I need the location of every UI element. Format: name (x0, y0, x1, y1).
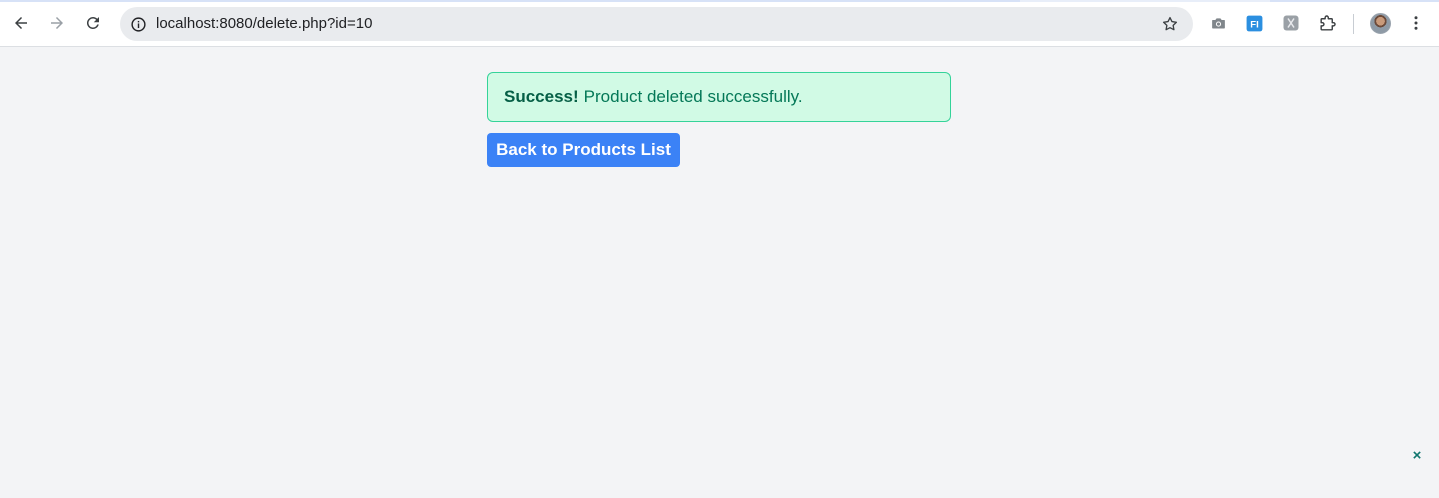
arrow-right-icon (51, 17, 63, 29)
camera-icon (1211, 17, 1225, 28)
address-bar[interactable]: localhost:8080/delete.php?id=10 (120, 7, 1193, 41)
reload-button[interactable] (78, 8, 108, 38)
arrow-left-icon (15, 17, 27, 29)
load-indicator (0, 0, 1439, 2)
alert-title: Success! (504, 87, 579, 106)
close-icon[interactable]: × (1409, 447, 1425, 464)
extension-fi-label: FI (1250, 19, 1258, 30)
star-icon[interactable] (1161, 15, 1179, 33)
forward-button[interactable] (42, 8, 72, 38)
extension-gray-icon (1283, 15, 1299, 31)
site-info-button[interactable] (128, 14, 148, 34)
kebab-menu-icon (1414, 16, 1418, 30)
puzzle-icon (1319, 14, 1336, 31)
extension-gray-button[interactable] (1280, 12, 1302, 34)
reload-icon (86, 16, 99, 29)
extension-fi-button[interactable]: FI (1243, 12, 1265, 34)
alert-message: Product deleted successfully. (583, 87, 803, 106)
back-button[interactable] (6, 8, 36, 38)
toolbar-divider (1353, 14, 1354, 34)
avatar[interactable] (1370, 13, 1391, 34)
success-alert: Success! Product deleted successfully. (487, 72, 951, 122)
screenshot-button[interactable] (1207, 12, 1229, 34)
back-to-products-button[interactable]: Back to Products List (487, 133, 680, 167)
browser-menu-button[interactable] (1405, 12, 1427, 34)
extensions-button[interactable] (1316, 12, 1338, 34)
url-text[interactable]: localhost:8080/delete.php?id=10 (156, 7, 372, 41)
extension-fi-icon: FI (1246, 15, 1262, 31)
browser-toolbar: localhost:8080/delete.php?id=10 FI (0, 0, 1439, 47)
info-icon (130, 16, 146, 32)
